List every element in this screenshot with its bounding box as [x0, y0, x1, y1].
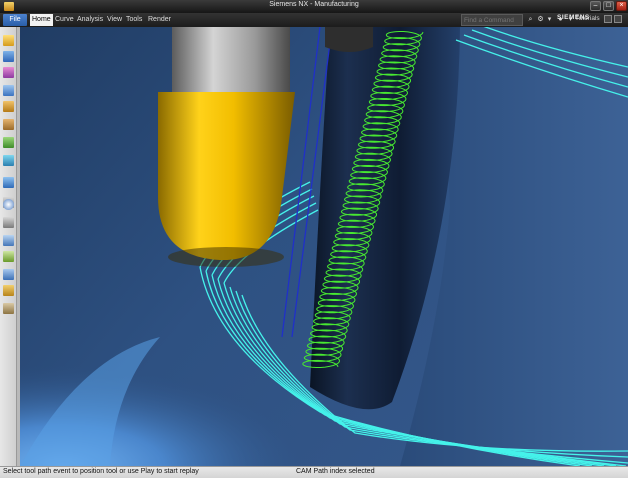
new-icon[interactable] — [3, 35, 14, 46]
status-message: CAM Path index selected — [296, 468, 375, 475]
minimize-button[interactable]: – — [590, 1, 601, 11]
chevron-down-icon[interactable]: ▾ — [545, 15, 554, 24]
tool-shank — [172, 27, 290, 97]
tab-curve[interactable]: Curve — [55, 15, 74, 25]
tutorials-link[interactable]: Tutorials — [575, 15, 600, 22]
ribbon-menubar: File Home Curve Analysis View Tools Rend… — [0, 13, 628, 27]
status-bar: Select tool path event to position tool … — [0, 466, 628, 478]
shop-doc-icon[interactable] — [3, 217, 14, 228]
tool-tip-shadow — [168, 247, 284, 267]
clock-icon[interactable] — [3, 199, 14, 210]
help-icon[interactable]: ● — [556, 15, 565, 24]
maximize-button[interactable]: □ — [603, 1, 614, 11]
find-command-input[interactable] — [461, 14, 523, 26]
method-icon[interactable] — [3, 119, 14, 130]
generate-icon[interactable] — [3, 137, 14, 148]
close-button[interactable]: × — [616, 1, 627, 11]
tab-view[interactable]: View — [107, 15, 122, 25]
resource-bar — [0, 27, 17, 466]
tab-home[interactable]: Home — [30, 14, 53, 26]
verify-icon[interactable] — [3, 155, 14, 166]
title-bar: Siemens NX - Manufacturing – □ × — [0, 0, 628, 13]
operation-icon[interactable] — [3, 67, 14, 78]
command-finder-icon[interactable]: ⚙ — [536, 15, 545, 24]
geometry-icon[interactable] — [3, 101, 14, 112]
measure-icon[interactable] — [3, 269, 14, 280]
spindle-top — [325, 27, 373, 52]
search-icon[interactable]: ⌕ — [526, 15, 535, 24]
tab-tools[interactable]: Tools — [126, 15, 142, 25]
edit-icon[interactable] — [3, 251, 14, 262]
cam-scene[interactable] — [20, 27, 628, 466]
graphics-window[interactable] — [20, 27, 628, 466]
file-menu[interactable]: File — [3, 14, 27, 26]
open-icon[interactable] — [3, 51, 14, 62]
simulate-icon[interactable] — [3, 177, 14, 188]
list-icon[interactable] — [3, 235, 14, 246]
window-title: Siemens NX - Manufacturing — [269, 1, 359, 8]
settings-icon[interactable] — [3, 303, 14, 314]
tab-render[interactable]: Render — [148, 15, 171, 25]
program-icon[interactable] — [3, 85, 14, 96]
status-prompt: Select tool path event to position tool … — [3, 468, 199, 475]
ribbon-minimize-icon[interactable] — [604, 15, 612, 23]
tab-analysis[interactable]: Analysis — [77, 15, 103, 25]
ribbon-close-icon[interactable] — [614, 15, 622, 23]
chevron-down-icon[interactable]: ▾ — [566, 15, 575, 24]
tool-icon[interactable] — [3, 285, 14, 296]
